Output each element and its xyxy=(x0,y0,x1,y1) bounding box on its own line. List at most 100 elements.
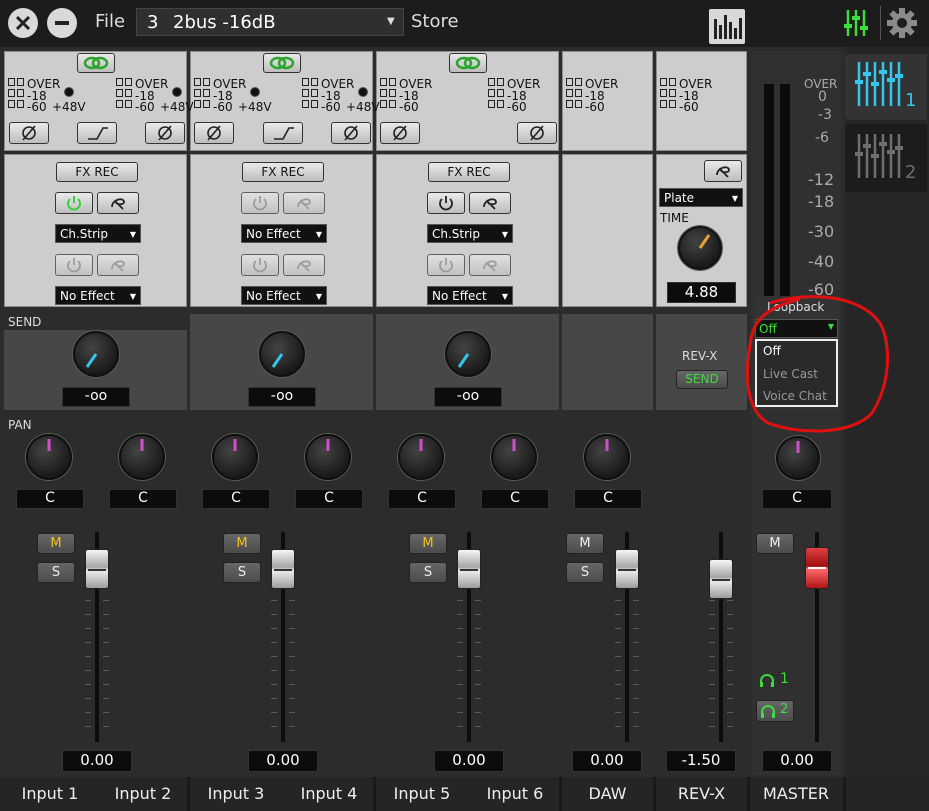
send-knob[interactable] xyxy=(445,331,491,377)
minimize-icon[interactable] xyxy=(47,8,77,38)
effect-power-button[interactable] xyxy=(241,192,279,214)
pan-value[interactable]: C xyxy=(16,489,84,509)
phantom-led-icon[interactable] xyxy=(358,87,368,97)
mixer-view-icon[interactable] xyxy=(843,8,875,38)
mute-button[interactable]: M xyxy=(409,533,447,554)
pan-knob[interactable] xyxy=(26,434,72,480)
effect-power-button[interactable] xyxy=(427,254,465,276)
effect-a-select[interactable]: Ch.Strip xyxy=(427,224,513,244)
hpf-button[interactable] xyxy=(263,122,303,144)
phantom-led-icon[interactable] xyxy=(250,87,260,97)
meter-led xyxy=(497,78,504,86)
solo-button[interactable]: S xyxy=(223,562,261,583)
mute-button[interactable]: M xyxy=(223,533,261,554)
phantom-led-icon[interactable] xyxy=(64,87,74,97)
master-pan-knob[interactable] xyxy=(776,436,820,480)
pan-value[interactable]: C xyxy=(481,489,549,509)
mix-tab-1[interactable]: 1 xyxy=(845,54,927,120)
edit-icon xyxy=(483,260,497,272)
send-value[interactable]: -oo xyxy=(62,387,130,407)
reverb-type-select[interactable]: Plate xyxy=(659,188,743,208)
master-mute-button[interactable]: M xyxy=(756,533,794,554)
fx-rec-button[interactable]: FX REC xyxy=(242,162,324,182)
send-value[interactable]: -oo xyxy=(248,387,316,407)
effect-edit-button[interactable] xyxy=(283,192,325,214)
effect-power-button[interactable] xyxy=(55,192,93,214)
effect-b-select[interactable]: No Effect xyxy=(241,286,327,306)
effect-edit-button[interactable] xyxy=(469,192,511,214)
effect-power-button[interactable] xyxy=(55,254,93,276)
fader-cap[interactable] xyxy=(85,549,109,589)
headphone-2-toggle[interactable]: 2 xyxy=(756,700,794,722)
fader-value[interactable]: 0.00 xyxy=(248,750,318,772)
fader-cap[interactable] xyxy=(457,549,481,589)
pan-value[interactable]: C xyxy=(574,489,642,509)
phase-button[interactable] xyxy=(380,122,420,144)
master-pan-value[interactable]: C xyxy=(762,489,832,509)
effect-b-select[interactable]: No Effect xyxy=(427,286,513,306)
hpf-button[interactable] xyxy=(77,122,117,144)
fader-value[interactable]: -1.50 xyxy=(666,750,736,772)
phantom-led-icon[interactable] xyxy=(172,87,182,97)
pan-knob[interactable] xyxy=(305,434,351,480)
fader-tick xyxy=(103,600,109,601)
effect-power-button[interactable] xyxy=(241,254,279,276)
solo-button[interactable]: S xyxy=(566,562,604,583)
file-menu[interactable]: File xyxy=(95,11,125,32)
effect-b-select[interactable]: No Effect xyxy=(55,286,141,306)
phase-button[interactable] xyxy=(331,122,371,144)
store-button[interactable]: Store xyxy=(411,11,459,32)
effect-a-select[interactable]: Ch.Strip xyxy=(55,224,141,244)
fx-rec-button[interactable]: FX REC xyxy=(428,162,510,182)
fader-value[interactable]: 0.00 xyxy=(572,750,642,772)
send-knob[interactable] xyxy=(259,331,305,377)
effect-a-select[interactable]: No Effect xyxy=(241,224,327,244)
send-value[interactable]: -oo xyxy=(434,387,502,407)
mix-tab-2[interactable]: 2 xyxy=(845,124,927,192)
mute-button[interactable]: M xyxy=(566,533,604,554)
stereo-link-button[interactable] xyxy=(449,53,487,73)
stereo-link-button[interactable] xyxy=(77,53,115,73)
phase-button[interactable] xyxy=(9,122,49,144)
solo-button[interactable]: S xyxy=(409,562,447,583)
effect-edit-button[interactable] xyxy=(283,254,325,276)
pan-knob[interactable] xyxy=(212,434,258,480)
pan-knob[interactable] xyxy=(119,434,165,480)
solo-button[interactable]: S xyxy=(37,562,75,583)
fader-value[interactable]: 0.00 xyxy=(434,750,504,772)
reverb-time-knob[interactable] xyxy=(678,226,722,270)
master-fader-value[interactable]: 0.00 xyxy=(762,750,832,772)
mute-button[interactable]: M xyxy=(37,533,75,554)
fader-cap[interactable] xyxy=(615,549,639,589)
send-knob[interactable] xyxy=(73,331,119,377)
effect-power-button[interactable] xyxy=(427,192,465,214)
fx-rec-button[interactable]: FX REC xyxy=(56,162,138,182)
headphone-1-toggle[interactable]: 1 xyxy=(759,671,789,691)
pan-value[interactable]: C xyxy=(202,489,270,509)
effect-edit-button[interactable] xyxy=(97,254,139,276)
phase-button[interactable] xyxy=(145,122,185,144)
fader-cap[interactable] xyxy=(709,559,733,599)
pan-knob[interactable] xyxy=(398,434,444,480)
close-icon[interactable] xyxy=(8,8,38,38)
reverb-time-value[interactable]: 4.88 xyxy=(667,282,736,303)
preset-select[interactable]: 3 2bus -16dB ▼ xyxy=(136,8,404,36)
pan-knob[interactable] xyxy=(491,434,537,480)
gear-icon[interactable] xyxy=(886,7,918,39)
rev-send-button[interactable]: SEND xyxy=(676,370,728,389)
pan-value[interactable]: C xyxy=(295,489,363,509)
rev-edit-button[interactable] xyxy=(704,160,742,182)
fader-cap[interactable] xyxy=(271,549,295,589)
pan-knob[interactable] xyxy=(584,434,630,480)
effect-edit-button[interactable] xyxy=(469,254,511,276)
effect-edit-button[interactable] xyxy=(97,192,139,214)
stereo-link-button[interactable] xyxy=(263,53,301,73)
pan-value[interactable]: C xyxy=(388,489,456,509)
phase-button[interactable] xyxy=(517,122,557,144)
meter-view-icon[interactable] xyxy=(709,9,745,44)
pan-value[interactable]: C xyxy=(109,489,177,509)
master-fader-cap[interactable] xyxy=(805,547,829,589)
phase-button[interactable] xyxy=(194,122,234,144)
channel-label: Input 1 xyxy=(21,784,79,803)
fader-value[interactable]: 0.00 xyxy=(62,750,132,772)
